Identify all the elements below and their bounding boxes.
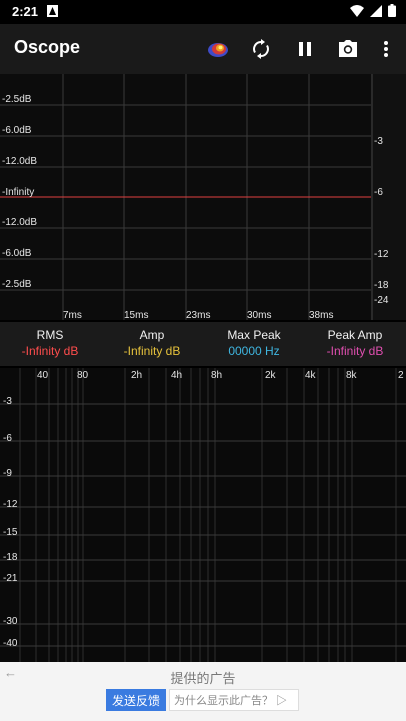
pause-button[interactable] bbox=[292, 36, 318, 62]
send-feedback-button[interactable]: 发送反馈 bbox=[106, 689, 166, 711]
notification-icon bbox=[47, 5, 58, 17]
more-button[interactable] bbox=[373, 36, 399, 62]
meter-level-label: -18 bbox=[374, 280, 389, 291]
status-bar: 2:21 bbox=[0, 0, 406, 24]
freq-label: 2 bbox=[398, 370, 404, 381]
spectrum-grid bbox=[0, 368, 406, 662]
rms-value: -Infinity dB bbox=[21, 344, 79, 358]
meter-level-label: -12 bbox=[374, 249, 389, 260]
camera-icon bbox=[339, 40, 357, 57]
freq-label: 80 bbox=[77, 370, 89, 381]
oscilloscope-grid bbox=[0, 74, 406, 320]
stats-panel: RMS -Infinity dB Amp -Infinity dB Max Pe… bbox=[0, 322, 406, 366]
more-vert-icon bbox=[384, 41, 388, 57]
db-label: -40 bbox=[3, 638, 18, 649]
ad-banner: ← 提供的广告 发送反馈 为什么显示此广告？ ▷ bbox=[0, 662, 406, 721]
rms-stat: RMS -Infinity dB bbox=[0, 328, 100, 358]
spectrum-view[interactable]: 40 80 2h 4h 8h 2k 4k 8k 2 -3 -6 -9 -12 -… bbox=[0, 368, 406, 662]
pause-icon bbox=[299, 42, 311, 56]
peak-amp-stat: Peak Amp -Infinity dB bbox=[305, 328, 405, 358]
meter-level-label: -6 bbox=[374, 187, 383, 198]
max-peak-stat: Max Peak 00000 Hz bbox=[204, 328, 304, 358]
oscilloscope-view[interactable]: -2.5dB -6.0dB -12.0dB -Infinity -12.0dB … bbox=[0, 74, 406, 321]
freq-label: 2k bbox=[265, 370, 276, 381]
scope-level-label: -12.0dB bbox=[2, 217, 38, 228]
sync-button[interactable] bbox=[248, 36, 274, 62]
max-peak-value: 00000 Hz bbox=[228, 344, 280, 358]
db-label: -30 bbox=[3, 616, 18, 627]
meter-level-label: -3 bbox=[374, 136, 383, 147]
heatmap-button[interactable] bbox=[205, 36, 231, 62]
time-label: 7ms bbox=[63, 310, 82, 321]
scope-level-label: -Infinity bbox=[2, 187, 35, 198]
freq-label: 8k bbox=[346, 370, 357, 381]
amp-label: Amp bbox=[139, 328, 165, 342]
system-icons bbox=[350, 4, 396, 17]
battery-icon bbox=[388, 4, 396, 17]
db-label: -15 bbox=[3, 527, 18, 538]
scope-level-label: -2.5dB bbox=[2, 279, 32, 290]
freq-label: 40 bbox=[37, 370, 49, 381]
scope-level-label: -6.0dB bbox=[2, 125, 32, 136]
rms-label: RMS bbox=[36, 328, 64, 342]
wifi-icon bbox=[350, 4, 364, 17]
db-label: -12 bbox=[3, 499, 18, 510]
time-label: 38ms bbox=[309, 310, 334, 321]
app-bar: Oscope bbox=[0, 24, 406, 74]
db-label: -3 bbox=[3, 396, 12, 407]
db-label: -21 bbox=[3, 573, 18, 584]
amp-stat: Amp -Infinity dB bbox=[102, 328, 202, 358]
signal-icon bbox=[370, 4, 382, 17]
peak-amp-value: -Infinity dB bbox=[326, 344, 384, 358]
app-title: Oscope bbox=[14, 37, 81, 57]
db-label: -18 bbox=[3, 552, 18, 563]
sync-icon bbox=[253, 39, 269, 59]
db-label: -9 bbox=[3, 468, 12, 479]
heatmap-icon bbox=[208, 43, 228, 57]
freq-label: 4h bbox=[171, 370, 183, 381]
scope-level-label: -12.0dB bbox=[2, 156, 38, 167]
db-label: -6 bbox=[3, 433, 12, 444]
scope-level-label: -6.0dB bbox=[2, 248, 32, 259]
max-peak-label: Max Peak bbox=[227, 328, 281, 342]
peak-amp-label: Peak Amp bbox=[327, 328, 383, 342]
freq-label: 2h bbox=[131, 370, 143, 381]
scope-level-label: -2.5dB bbox=[2, 94, 32, 105]
camera-button[interactable] bbox=[335, 36, 361, 62]
ad-title: 提供的广告 bbox=[170, 671, 236, 686]
time-label: 15ms bbox=[124, 310, 149, 321]
amp-value: -Infinity dB bbox=[123, 344, 181, 358]
time-label: 30ms bbox=[247, 310, 272, 321]
time-label: 23ms bbox=[186, 310, 211, 321]
freq-label: 4k bbox=[305, 370, 316, 381]
why-this-ad-button[interactable]: 为什么显示此广告？ ▷ bbox=[169, 689, 299, 711]
status-time: 2:21 bbox=[12, 4, 39, 19]
meter-level-label: -24 bbox=[374, 295, 389, 306]
freq-label: 8h bbox=[211, 370, 223, 381]
